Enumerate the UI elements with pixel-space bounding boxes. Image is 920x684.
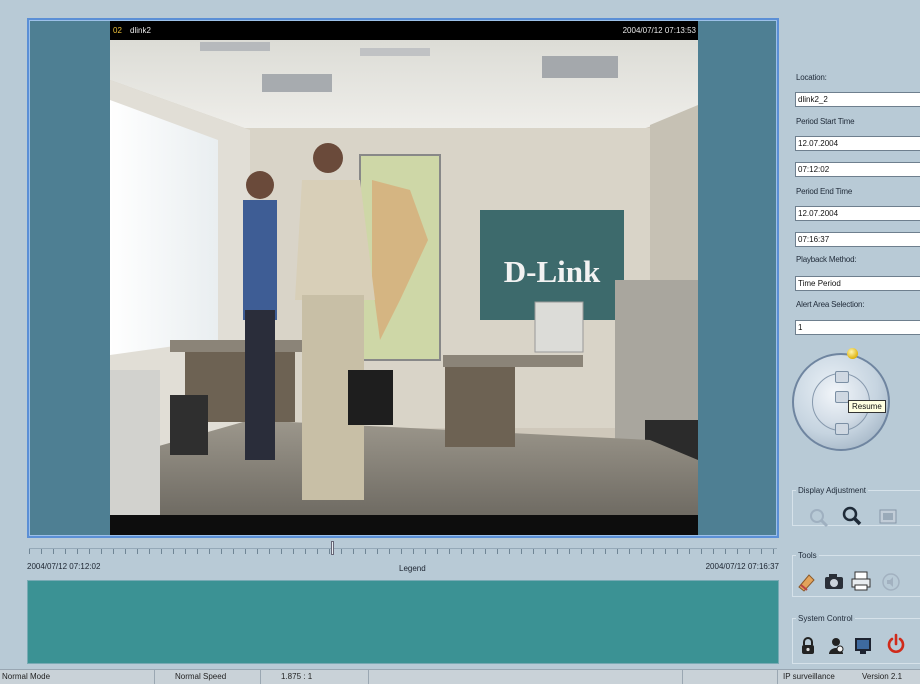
zoom-in-icon[interactable]: [841, 505, 863, 527]
playback-method-select[interactable]: Time Period: [795, 276, 920, 291]
eraser-icon[interactable]: [795, 571, 817, 593]
alert-area-label: Alert Area Selection:: [796, 300, 865, 309]
playback-dial: Resume: [790, 345, 920, 465]
status-ratio: 1.875 : 1: [261, 670, 369, 684]
pause-button[interactable]: [835, 371, 849, 383]
status-empty-1: [369, 670, 683, 684]
power-icon[interactable]: [885, 633, 907, 655]
camera-header: 02 dlink2 2004/07/12 07:13:53: [110, 21, 698, 40]
zoom-out-icon[interactable]: [808, 507, 830, 529]
step-button[interactable]: [835, 391, 849, 403]
dlink-banner-text: D-Link: [504, 254, 601, 289]
status-mode: Normal Mode: [0, 670, 155, 684]
camera-number: 02: [113, 26, 122, 35]
start-time-label: Period Start Time: [796, 117, 855, 126]
status-version: Version 2.1: [862, 672, 903, 681]
location-label: Location:: [796, 73, 827, 82]
tools-title: Tools: [798, 551, 817, 560]
playback-timeline[interactable]: 2004/07/12 07:12:02 Legend 2004/07/12 07…: [27, 541, 779, 579]
stop-button[interactable]: [835, 423, 849, 435]
timeline-track[interactable]: [29, 548, 777, 554]
legend-area: [27, 580, 779, 664]
status-speed: Normal Speed: [155, 670, 261, 684]
status-led-icon: [847, 348, 858, 359]
video-panel: 02 dlink2 2004/07/12 07:13:53 D-Link: [27, 18, 779, 538]
timeline-slider-thumb[interactable]: [331, 541, 334, 555]
status-bar: Normal Mode Normal Speed 1.875 : 1 IP su…: [0, 669, 920, 684]
office-scene: D-Link: [110, 40, 698, 515]
display-adjustment-title: Display Adjustment: [798, 486, 867, 495]
timeline-end-label: 2004/07/12 07:16:37: [705, 562, 779, 571]
status-empty-2: [683, 670, 778, 684]
snapshot-camera-icon[interactable]: [823, 571, 845, 593]
control-panel: Location: dlink2_2 Period Start Time 12.…: [790, 0, 920, 684]
fit-screen-icon[interactable]: [877, 506, 899, 528]
playback-method-label: Playback Method:: [796, 255, 857, 264]
start-time-field[interactable]: 07:12:02: [795, 162, 920, 177]
video-frame[interactable]: 02 dlink2 2004/07/12 07:13:53 D-Link: [110, 21, 698, 535]
alert-area-field[interactable]: 1: [795, 320, 920, 335]
monitor-icon[interactable]: [852, 635, 874, 657]
status-app-name: IP surveillance: [783, 672, 835, 681]
end-time-field[interactable]: 07:16:37: [795, 232, 920, 247]
user-icon[interactable]: [825, 635, 847, 657]
location-field[interactable]: dlink2_2: [795, 92, 920, 107]
video-footer-bar: [110, 515, 698, 535]
audio-icon[interactable]: [880, 571, 902, 593]
system-control-title: System Control: [798, 614, 853, 623]
end-date-field[interactable]: 12.07.2004: [795, 206, 920, 221]
start-date-field[interactable]: 12.07.2004: [795, 136, 920, 151]
lock-icon[interactable]: [797, 635, 819, 657]
timeline-start-label: 2004/07/12 07:12:02: [27, 562, 101, 571]
resume-tooltip: Resume: [848, 400, 886, 413]
camera-name: dlink2: [130, 26, 151, 35]
video-image: D-Link: [110, 40, 698, 515]
print-icon[interactable]: [850, 570, 872, 592]
camera-timestamp: 2004/07/12 07:13:53: [622, 26, 696, 35]
end-time-label: Period End Time: [796, 187, 853, 196]
timeline-legend-label: Legend: [399, 564, 426, 573]
